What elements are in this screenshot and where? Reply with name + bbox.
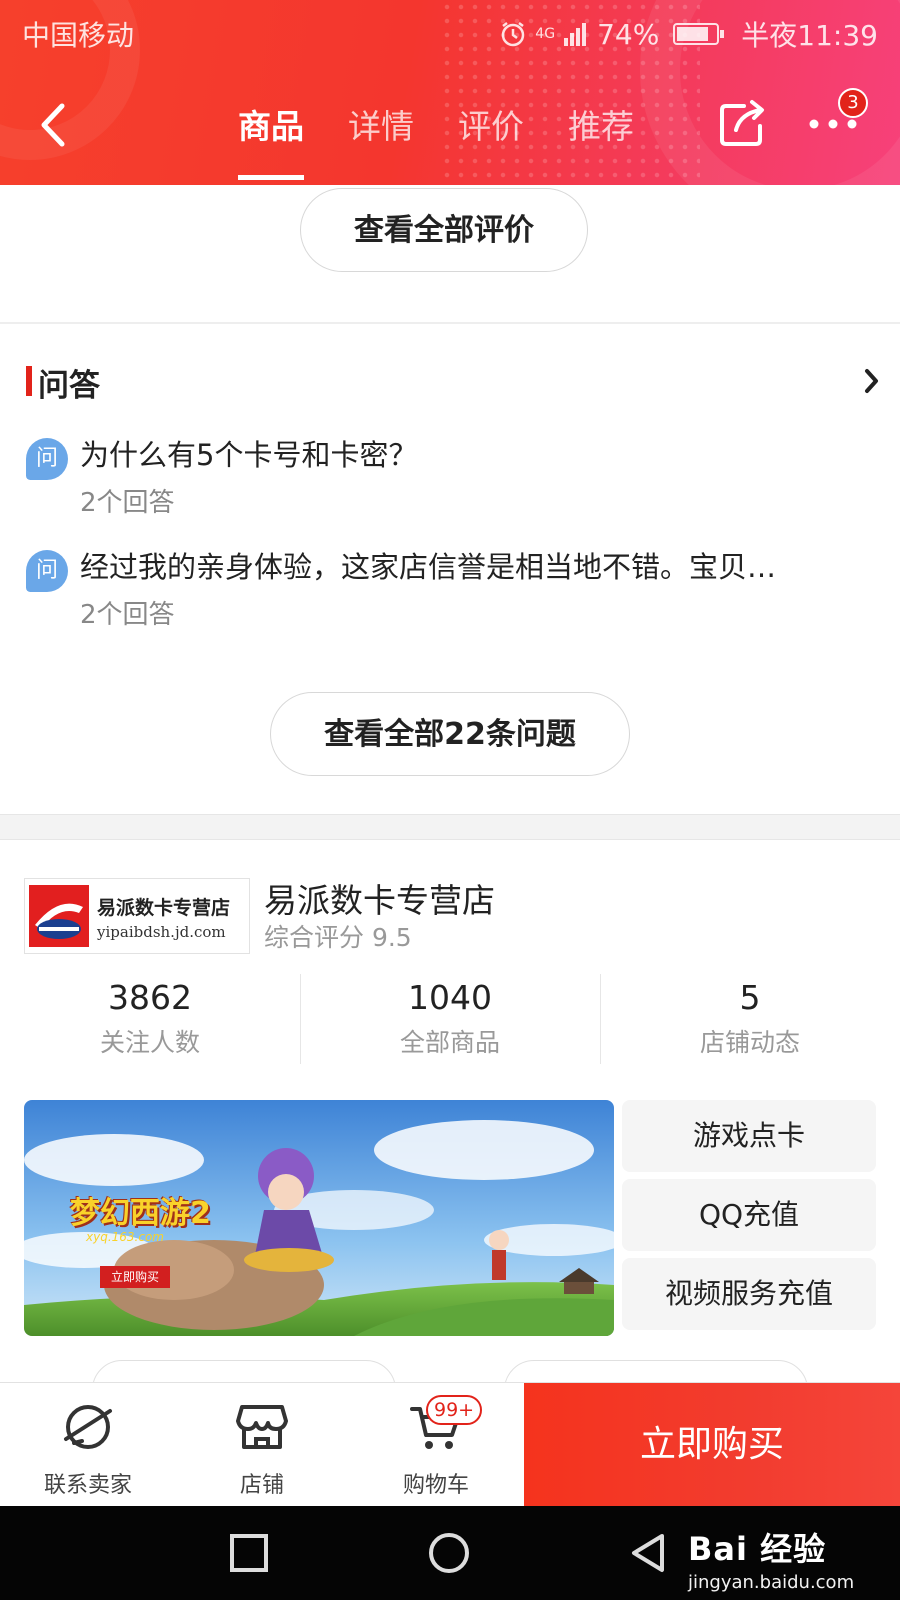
stat-value: 3862 <box>108 978 192 1017</box>
stat-label: 关注人数 <box>99 1028 200 1057</box>
view-all-reviews-button[interactable]: 查看全部评价 <box>300 188 588 272</box>
contact-seller-button[interactable]: 联系卖家 <box>0 1383 176 1507</box>
status-indicators: 4G 74% 半夜11:39 <box>499 14 878 54</box>
home-icon[interactable] <box>424 1528 474 1578</box>
tab-product[interactable]: 商品 <box>238 100 304 180</box>
back-nav-icon[interactable] <box>624 1528 674 1578</box>
contact-seller-label: 联系卖家 <box>43 1473 132 1498</box>
alarm-icon <box>502 22 525 47</box>
baidu-jingyan-watermark: Bai 经验 jingyan.baidu.com <box>688 1524 854 1593</box>
store-button[interactable]: 店铺 <box>174 1383 350 1507</box>
shop-stats: 3862 关注人数 1040 全部商品 5 店铺动态 <box>0 974 900 1064</box>
shop-categories: 游戏点卡 QQ充值 视频服务充值 <box>622 1100 876 1337</box>
view-all-questions-button[interactable]: 查看全部22条问题 <box>270 692 630 776</box>
game-logo: 梦幻西游2 <box>70 1196 211 1231</box>
recent-apps-icon[interactable] <box>224 1528 274 1578</box>
question-text: 经过我的亲身体验，这家店信誉是相当地不错。宝贝… <box>80 550 777 584</box>
carrier-name: 中国移动 <box>22 19 135 52</box>
question-icon: 问 <box>26 438 68 480</box>
battery-icon <box>673 23 725 45</box>
signal-icon <box>564 23 587 46</box>
bottom-action-bar: 联系卖家 店铺 购物车 99+ 立即购买 <box>0 1382 900 1507</box>
section-divider <box>0 814 900 840</box>
qa-list-item[interactable]: 问 经过我的亲身体验，这家店信誉是相当地不错。宝贝… 2个回答 <box>26 544 876 644</box>
clock: 半夜11:39 <box>741 19 878 52</box>
buy-now-button[interactable]: 立即购买 <box>524 1383 900 1507</box>
store-icon <box>236 1405 288 1449</box>
chat-planet-icon <box>64 1405 112 1449</box>
tab-bar: 商品 详情 评价 推荐 <box>238 100 634 180</box>
system-nav-bar: Bai 经验 jingyan.baidu.com <box>0 1506 900 1600</box>
question-icon: 问 <box>26 550 68 592</box>
shop-name[interactable]: 易派数卡专营店 <box>264 874 495 922</box>
shop-logo-name: 易派数卡专营店 <box>97 897 231 919</box>
shop-banner[interactable]: 梦幻西游2 xyq.163.com 立即购买 <box>24 1100 614 1336</box>
tab-recommend[interactable]: 推荐 <box>568 100 634 148</box>
category-qq-recharge[interactable]: QQ充值 <box>622 1179 876 1251</box>
stat-followers[interactable]: 3862 关注人数 <box>0 974 300 1064</box>
watermark-url: jingyan.baidu.com <box>688 1572 855 1593</box>
share-icon[interactable] <box>718 98 768 148</box>
tab-details[interactable]: 详情 <box>348 100 414 148</box>
shop-emblem-icon <box>29 885 89 947</box>
stat-label: 全部商品 <box>399 1028 500 1057</box>
battery-percent: 74% <box>597 17 660 51</box>
more-badge: 3 <box>838 88 868 118</box>
stat-all-products[interactable]: 1040 全部商品 <box>300 974 600 1064</box>
section-divider <box>0 322 900 324</box>
question-text: 为什么有5个卡号和卡密？ <box>80 438 418 472</box>
status-bar: 中国移动 4G 74% 半夜11:39 <box>0 0 900 62</box>
answer-count: 2个回答 <box>80 488 175 518</box>
shop-score: 综合评分 9.5 <box>264 923 412 952</box>
qa-title-marker <box>26 366 32 396</box>
stat-shop-updates[interactable]: 5 店铺动态 <box>600 974 900 1064</box>
qa-section-title: 问答 <box>38 368 100 404</box>
cart-count-badge: 99+ <box>426 1395 483 1425</box>
shop-logo[interactable]: 易派数卡专营店 yipaibdsh.jd.com <box>24 878 250 954</box>
header: 中国移动 4G 74% 半夜11:39 商品 详情 评价 推荐 3 <box>0 0 900 185</box>
network-type: 4G <box>535 26 556 42</box>
category-video-recharge[interactable]: 视频服务充值 <box>622 1258 876 1330</box>
banner-buy-button[interactable]: 立即购买 <box>100 1266 170 1288</box>
chevron-right-icon[interactable] <box>862 366 882 396</box>
shop-logo-url: yipaibdsh.jd.com <box>97 923 226 941</box>
game-url: xyq.163.com <box>86 1230 164 1244</box>
stat-value: 5 <box>739 978 761 1017</box>
tab-reviews[interactable]: 评价 <box>458 100 524 148</box>
answer-count: 2个回答 <box>80 600 175 630</box>
back-arrow-icon[interactable] <box>32 100 76 150</box>
stat-value: 1040 <box>408 978 492 1017</box>
watermark-main: Bai 经验 <box>688 1530 827 1568</box>
qa-list-item[interactable]: 问 为什么有5个卡号和卡密？ 2个回答 <box>26 432 876 532</box>
cart-label: 购物车 <box>402 1473 469 1498</box>
top-nav: 商品 详情 评价 推荐 3 <box>0 80 900 180</box>
category-game-cards[interactable]: 游戏点卡 <box>622 1100 876 1172</box>
stat-label: 店铺动态 <box>699 1028 800 1057</box>
store-label: 店铺 <box>239 1473 284 1498</box>
